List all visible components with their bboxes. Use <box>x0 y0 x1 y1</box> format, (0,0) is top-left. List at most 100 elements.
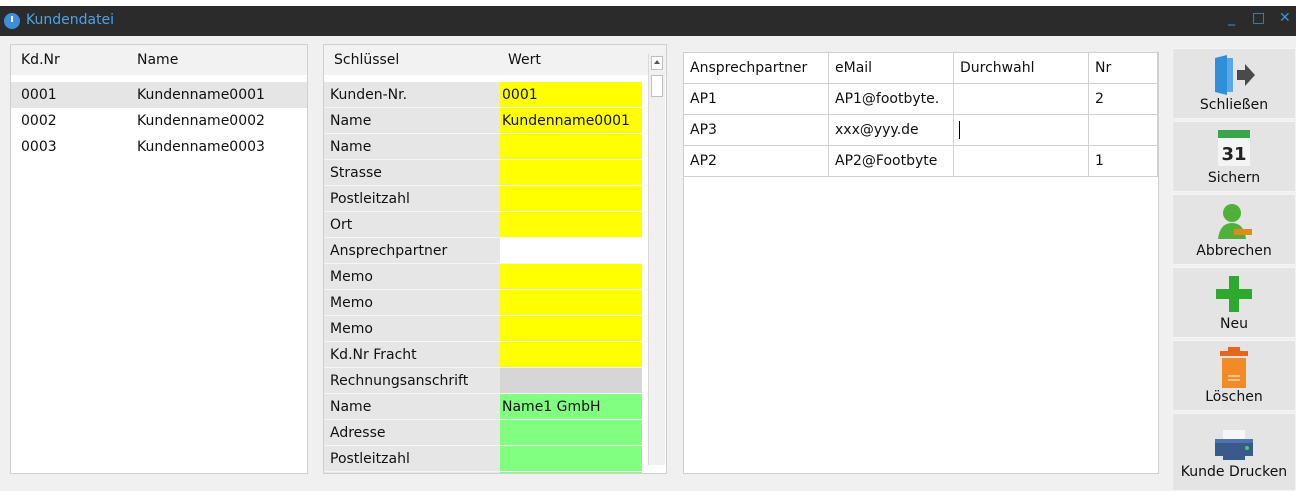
customer-row[interactable]: 0001 Kundenname0001 <box>11 82 307 108</box>
contact-phone-cell[interactable] <box>954 117 1088 143</box>
property-row[interactable]: Strasse <box>324 160 642 186</box>
customer-row[interactable]: 0003 Kundenname0003 <box>11 134 307 160</box>
minimize-button[interactable]: _ <box>1228 10 1235 26</box>
grid-line <box>684 145 1158 146</box>
property-value-field[interactable] <box>500 212 642 238</box>
grid-line <box>684 176 1158 177</box>
property-key: Postleitzahl <box>324 446 500 472</box>
property-row[interactable]: Name Kundenname0001 <box>324 108 642 134</box>
print-customer-button[interactable]: Kunde Drucken <box>1172 413 1296 491</box>
property-value-field[interactable] <box>500 472 642 473</box>
property-value-field[interactable] <box>500 368 642 394</box>
property-key: Rechnungsanschrift <box>324 368 500 394</box>
close-label: Schließen <box>1199 97 1269 113</box>
property-value-field[interactable] <box>500 186 642 212</box>
property-row[interactable]: Ort <box>324 212 642 238</box>
contact-email-cell[interactable]: xxx@yyy.de <box>829 117 953 143</box>
save-label: Sichern <box>1207 170 1261 186</box>
contact-nr-cell[interactable]: 1 <box>1089 148 1155 174</box>
scroll-thumb[interactable] <box>651 75 663 97</box>
contact-phone-cell[interactable] <box>954 86 1088 112</box>
delete-button[interactable]: Löschen <box>1172 340 1296 411</box>
customer-row[interactable]: 0002 Kundenname0002 <box>11 108 307 134</box>
property-key: Memo <box>324 290 500 316</box>
user-cancel-icon <box>1218 204 1252 239</box>
contact-name-cell[interactable]: AP2 <box>684 148 828 174</box>
property-grid[interactable]: Schlüssel Wert Kunden-Nr. 0001 Name Kundenn… <box>323 44 667 474</box>
close-button[interactable]: Schließen <box>1172 48 1296 119</box>
property-row[interactable]: Postleitzahl <box>324 446 642 472</box>
property-value-field[interactable] <box>500 238 642 264</box>
property-key: Adresse <box>324 420 500 446</box>
contact-name-cell[interactable]: AP3 <box>684 117 828 143</box>
property-row[interactable]: Kunden-Nr. 0001 <box>324 82 642 108</box>
column-header-name[interactable]: Name <box>131 47 301 73</box>
calendar-day: 31 <box>1221 144 1246 165</box>
property-key: Memo <box>324 264 500 290</box>
property-row[interactable]: Rechnungsanschrift <box>324 368 642 394</box>
column-header-ansprechpartner[interactable]: Ansprechpartner <box>684 55 828 81</box>
contact-phone-cell[interactable] <box>954 148 1088 174</box>
contact-email-cell[interactable]: AP1@footbyte. <box>829 86 953 112</box>
plus-icon <box>1216 276 1252 312</box>
customer-nr: 0001 <box>21 87 57 103</box>
property-key: Name <box>324 394 500 420</box>
save-button[interactable]: 31 Sichern <box>1172 121 1296 192</box>
property-row[interactable]: Postleitzahl <box>324 186 642 212</box>
property-value-field[interactable] <box>500 160 642 186</box>
customer-name: Kundenname0003 <box>137 139 265 155</box>
contact-email-cell[interactable]: AP2@Footbyte <box>829 148 953 174</box>
trash-icon <box>1220 347 1248 388</box>
grid-line <box>1157 53 1158 177</box>
column-header-value[interactable]: Wert <box>502 47 642 73</box>
customer-nr: 0002 <box>21 113 57 129</box>
property-row[interactable]: Ansprechpartner <box>324 238 642 264</box>
property-grid-scrollbar[interactable] <box>648 54 665 465</box>
text-cursor <box>959 121 960 139</box>
print-label: Kunde Drucken <box>1180 464 1288 480</box>
contact-name-cell[interactable]: AP1 <box>684 86 828 112</box>
contact-nr-cell[interactable] <box>1089 117 1155 143</box>
column-header-email[interactable]: eMail <box>829 55 953 81</box>
property-value-field[interactable] <box>500 342 642 368</box>
new-button[interactable]: Neu <box>1172 267 1296 338</box>
printer-icon <box>1215 430 1253 460</box>
scroll-up-arrow-icon[interactable] <box>651 56 663 70</box>
property-value-field[interactable] <box>500 446 642 472</box>
app-clock-icon <box>4 13 20 29</box>
property-row[interactable]: Adresse <box>324 420 642 446</box>
grid-line <box>828 53 829 177</box>
contacts-table[interactable]: Ansprechpartner eMail Durchwahl Nr AP1 AP… <box>683 52 1159 474</box>
close-window-button[interactable]: ✕ <box>1279 10 1291 26</box>
customer-nr: 0003 <box>21 139 57 155</box>
property-value-field[interactable]: 0001 <box>500 82 642 108</box>
title-bar: Kundendatei _ □ ✕ <box>0 6 1296 36</box>
delete-label: Löschen <box>1205 389 1263 405</box>
column-header-nr[interactable]: Nr <box>1089 55 1155 81</box>
property-row[interactable]: Memo <box>324 264 642 290</box>
property-row[interactable]: Kd.Nr Fracht <box>324 342 642 368</box>
maximize-button[interactable]: □ <box>1252 10 1265 26</box>
property-row[interactable]: Memo <box>324 290 642 316</box>
property-row[interactable]: Memo <box>324 316 642 342</box>
property-value-field[interactable]: Name1 GmbH <box>500 394 642 420</box>
property-value-field[interactable] <box>500 264 642 290</box>
property-row[interactable]: Name <box>324 134 642 160</box>
customer-list[interactable]: Kd.Nr Name 0001 Kundenname0001 0002 Kund… <box>10 44 308 474</box>
property-value-field[interactable] <box>500 316 642 342</box>
property-row[interactable]: Name Name1 GmbH <box>324 394 642 420</box>
property-value-field[interactable] <box>500 134 642 160</box>
customer-list-header: Kd.Nr Name <box>11 45 307 75</box>
property-value-field[interactable] <box>500 420 642 446</box>
property-row[interactable]: Ort <box>324 472 642 473</box>
calendar-icon: 31 <box>1218 130 1250 166</box>
property-value-field[interactable]: Kundenname0001 <box>500 108 642 134</box>
property-value-field[interactable] <box>500 290 642 316</box>
cancel-label: Abbrechen <box>1196 243 1272 259</box>
column-header-kdnr[interactable]: Kd.Nr <box>15 47 115 73</box>
contact-nr-cell[interactable]: 2 <box>1089 86 1155 112</box>
exit-door-icon <box>1215 55 1255 95</box>
column-header-durchwahl[interactable]: Durchwahl <box>954 55 1088 81</box>
cancel-button[interactable]: Abbrechen <box>1172 194 1296 265</box>
column-header-key[interactable]: Schlüssel <box>328 47 498 73</box>
